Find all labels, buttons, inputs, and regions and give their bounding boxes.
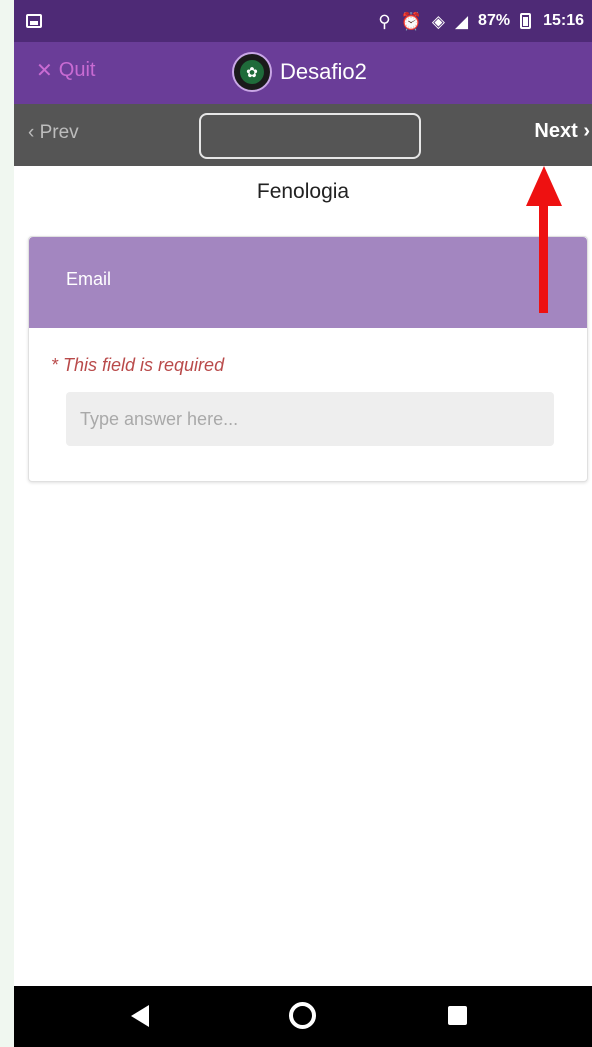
required-message: * This field is required — [51, 355, 225, 375]
system-navigation-bar — [14, 986, 592, 1047]
prev-button[interactable]: ‹ Prev — [28, 122, 79, 144]
app-title-text: Desafio2 — [280, 59, 367, 84]
section-title: Fenologia — [256, 180, 350, 203]
home-icon[interactable] — [289, 1002, 316, 1029]
battery-icon — [520, 13, 532, 29]
battery-percent: 87% — [478, 12, 511, 29]
wifi-icon: ◈ — [431, 11, 445, 31]
prev-label: Prev — [39, 122, 79, 143]
recent-apps-icon[interactable] — [448, 1006, 467, 1025]
quit-label: Quit — [58, 59, 96, 81]
next-button[interactable]: Next › — [534, 120, 590, 143]
image-icon — [26, 14, 42, 28]
question-label: Email — [29, 237, 587, 328]
page-selector[interactable] — [199, 113, 421, 159]
status-bar: ⚲ ⏰ ◈ ◢ 87% 15:16 — [14, 0, 592, 42]
app-title: ✿ Desafio2 — [232, 52, 367, 92]
question-card: Email * This field is required — [28, 236, 588, 482]
answer-input[interactable] — [66, 392, 554, 446]
chevron-right-icon: › — [583, 120, 590, 142]
alarm-icon: ⏰ — [400, 11, 422, 31]
location-icon: ⚲ — [378, 11, 391, 31]
app-logo-icon: ✿ — [232, 52, 272, 92]
chevron-left-icon: ‹ — [28, 122, 35, 143]
phone-screen: ⚲ ⏰ ◈ ◢ 87% 15:16 ✕ Quit ✿ Desafio2 ‹ Pr… — [14, 0, 592, 1047]
next-label: Next — [534, 120, 578, 142]
navigation-bar: ‹ Prev Next › — [14, 104, 592, 166]
quit-button[interactable]: ✕ Quit — [36, 58, 95, 83]
status-icons: ⚲ ⏰ ◈ ◢ 87% 15:16 — [378, 12, 584, 30]
status-time: 15:16 — [543, 12, 584, 29]
close-icon: ✕ — [36, 60, 53, 82]
signal-icon: ◢ — [454, 11, 469, 31]
back-icon[interactable] — [131, 1005, 149, 1027]
annotation-arrow-shaft — [539, 195, 548, 313]
app-bar: ✕ Quit ✿ Desafio2 — [14, 42, 592, 104]
